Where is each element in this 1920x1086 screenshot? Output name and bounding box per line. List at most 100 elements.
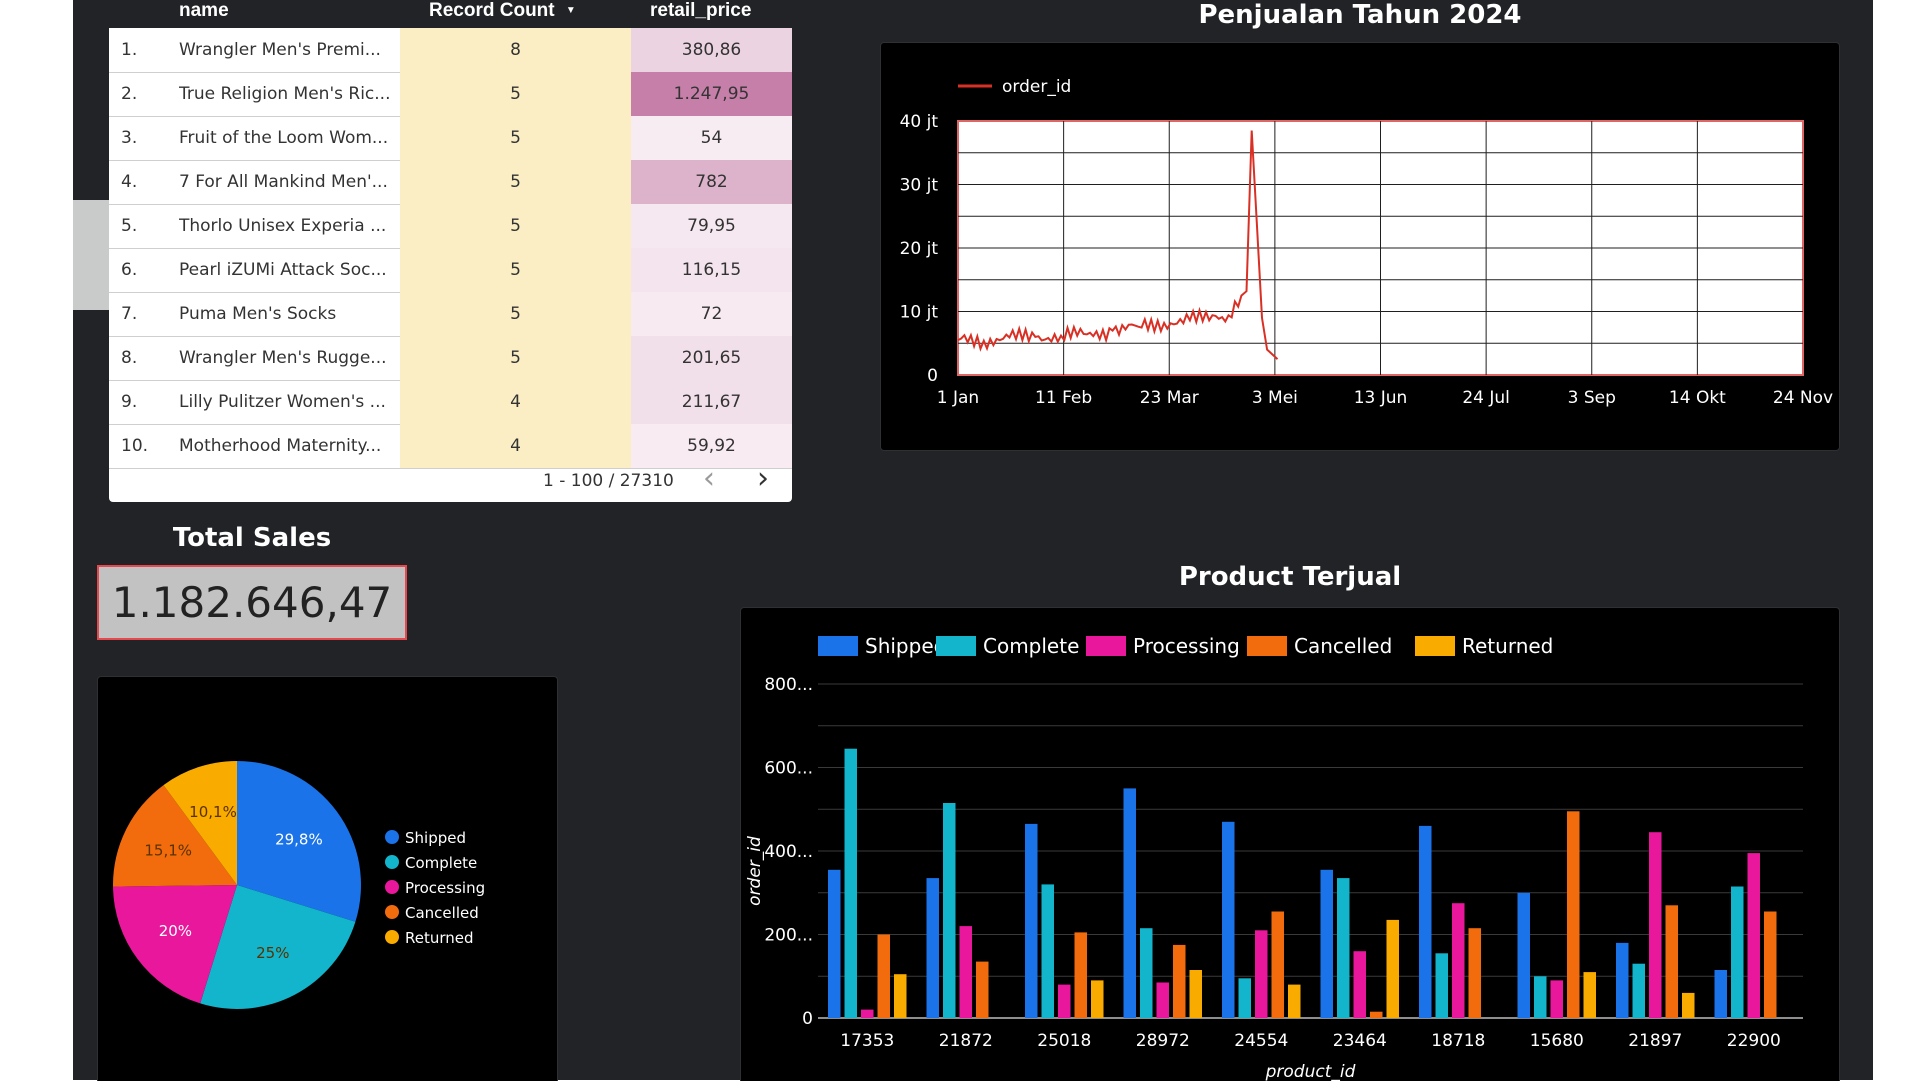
bar-processing-22900 [1747, 853, 1760, 1018]
retail-price: 782 [631, 160, 792, 204]
retail-price: 79,95 [631, 204, 792, 248]
bar-cancelled-28972 [1173, 944, 1186, 1018]
row-index: 1. [121, 40, 138, 60]
bar-processing-25018 [1058, 984, 1071, 1018]
bar-shipped-28972 [1123, 788, 1136, 1018]
bar-complete-25018 [1041, 884, 1054, 1018]
chevron-right-icon[interactable]: › [757, 462, 769, 496]
bar-processing-17353 [861, 1009, 874, 1018]
product-name: Wrangler Men's Premi... [179, 40, 381, 60]
record-count: 8 [400, 28, 631, 72]
y-tick-label: 10 jt [900, 303, 939, 323]
x-tick-label: 23464 [1333, 1031, 1387, 1051]
column-header-record-count[interactable]: Record Count ▼ [429, 0, 576, 28]
x-tick-label: 21872 [939, 1031, 993, 1051]
x-tick-label: 3 Sep [1568, 388, 1616, 408]
table-row[interactable]: 1. Wrangler Men's Premi... 8 380,86 [109, 28, 792, 73]
legend-swatch-shipped [818, 636, 858, 656]
line-chart-title: Penjualan Tahun 2024 [1198, 0, 1522, 30]
record-count: 5 [400, 72, 631, 116]
legend-label-complete: Complete [983, 634, 1079, 658]
bar-returned-28972 [1189, 970, 1202, 1018]
row-index: 4. [121, 172, 138, 192]
legend-swatch-processing [1086, 636, 1126, 656]
row-index: 9. [121, 392, 138, 412]
y-tick-label: 30 jt [900, 176, 939, 196]
total-sales-title: Total Sales [172, 523, 332, 553]
bar-complete-17353 [844, 748, 857, 1018]
bar-cancelled-21897 [1665, 905, 1678, 1018]
pie-chart: 29,8% 25% 20% 15,1% 10,1% Shipped Complete Proc… [112, 761, 485, 1009]
y-tick-label: 0 [927, 366, 938, 386]
line-chart-card: 0 10 jt 20 jt 30 jt 40 jt 1 Jan 11 Feb 23 Mar 3 … [880, 42, 1840, 451]
table-row[interactable]: 8. Wrangler Men's Rugge... 5 201,65 [109, 336, 792, 381]
table-row[interactable]: 6. Pearl iZUMi Attack Soc... 5 116,15 [109, 248, 792, 293]
legend-swatch-complete [936, 636, 976, 656]
retail-price: 54 [631, 116, 792, 160]
product-table: name Record Count ▼ retail_price 1. Wrang… [109, 0, 792, 502]
x-tick-label: 21897 [1628, 1031, 1682, 1051]
chevron-left-icon[interactable]: ‹ [703, 462, 715, 496]
x-axis-title: product_id [1265, 1062, 1356, 1081]
bar-cancelled-25018 [1074, 932, 1087, 1018]
product-name: Puma Men's Socks [179, 304, 337, 324]
record-count: 5 [400, 336, 631, 380]
bar-shipped-24554 [1222, 821, 1235, 1018]
column-header-name[interactable]: name [179, 0, 229, 28]
bar-complete-22900 [1731, 886, 1744, 1018]
legend-swatch-processing [385, 880, 399, 894]
legend-swatch-cancelled [1247, 636, 1287, 656]
y-tick-label: 600... [764, 759, 813, 779]
product-name: Lilly Pulitzer Women's ... [179, 392, 386, 412]
x-tick-label: 18718 [1431, 1031, 1485, 1051]
bar-shipped-21872 [926, 878, 939, 1018]
table-row[interactable]: 4. 7 For All Mankind Men'... 5 782 [109, 160, 792, 205]
pie-slice-label: 10,1% [189, 803, 237, 821]
x-tick-label: 23 Mar [1140, 388, 1199, 408]
y-tick-label: 40 jt [900, 112, 939, 132]
product-name: True Religion Men's Ric... [179, 84, 391, 104]
sort-desc-icon[interactable]: ▼ [566, 5, 576, 16]
table-row[interactable]: 5. Thorlo Unisex Experia ... 5 79,95 [109, 204, 792, 249]
retail-price: 116,15 [631, 248, 792, 292]
bar-cancelled-17353 [877, 934, 890, 1018]
row-index: 8. [121, 348, 138, 368]
legend-label-cancelled: Cancelled [405, 904, 479, 922]
bar-complete-24554 [1238, 978, 1251, 1018]
bar-cancelled-22900 [1764, 911, 1777, 1018]
bar-complete-15680 [1534, 976, 1547, 1019]
column-header-retail-price[interactable]: retail_price [650, 0, 751, 28]
table-row[interactable]: 9. Lilly Pulitzer Women's ... 4 211,67 [109, 380, 792, 425]
table-row[interactable]: 3. Fruit of the Loom Wom... 5 54 [109, 116, 792, 161]
row-index: 6. [121, 260, 138, 280]
x-tick-label: 17353 [840, 1031, 894, 1051]
legend-label-order-id: order_id [1002, 77, 1071, 97]
pie-slice-label: 20% [159, 922, 192, 940]
record-count: 5 [400, 292, 631, 336]
legend-swatch-complete [385, 855, 399, 869]
pie-slice-label: 25% [256, 944, 289, 962]
retail-price: 1.247,95 [631, 72, 792, 116]
retail-price: 380,86 [631, 28, 792, 72]
legend-swatch-returned [385, 930, 399, 944]
legend-label-shipped: Shipped [865, 634, 946, 658]
bar-chart: 0 200... 400... 600... 800... 17353 21872 25018… [745, 634, 1803, 1082]
bar-shipped-15680 [1517, 892, 1530, 1019]
x-tick-label: 13 Jun [1354, 388, 1408, 408]
y-tick-label: 400... [764, 842, 813, 862]
y-axis-title: order_id [745, 836, 765, 906]
legend-label-processing: Processing [405, 879, 485, 897]
table-row[interactable]: 7. Puma Men's Socks 5 72 [109, 292, 792, 337]
record-count: 4 [400, 380, 631, 424]
row-index: 2. [121, 84, 138, 104]
y-tick-label: 800... [764, 675, 813, 695]
x-tick-label: 15680 [1530, 1031, 1584, 1051]
bar-complete-28972 [1140, 928, 1153, 1018]
bar-processing-15680 [1550, 980, 1563, 1018]
retail-price: 201,65 [631, 336, 792, 380]
legend-label-processing: Processing [1133, 634, 1240, 658]
y-tick-label: 0 [802, 1009, 813, 1029]
total-sales-value: 1.182.646,47 [97, 565, 407, 640]
x-tick-label: 24554 [1234, 1031, 1288, 1051]
table-row[interactable]: 2. True Religion Men's Ric... 5 1.247,95 [109, 72, 792, 117]
